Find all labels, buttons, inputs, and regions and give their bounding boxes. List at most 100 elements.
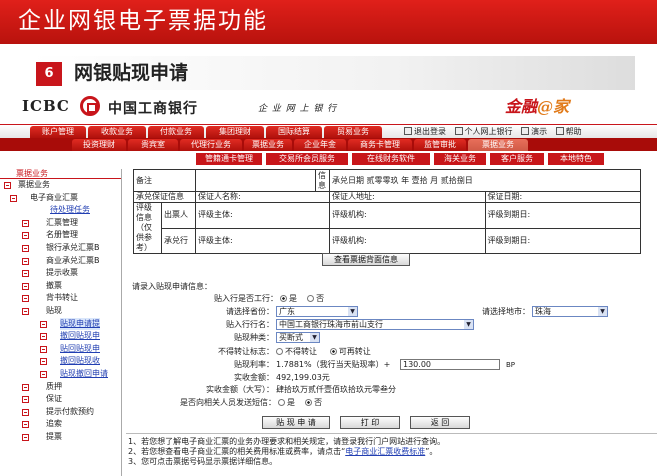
sidebar-header: 票据业务 [0,169,121,179]
logout-link[interactable]: 退出登录 [414,127,446,136]
expand-icon[interactable] [22,282,29,290]
sms-radio-group: 是 否 [278,397,322,408]
collapse-icon[interactable] [4,182,11,189]
sub-tab-service[interactable]: 客户服务 [490,153,544,165]
expand-icon[interactable] [22,219,29,227]
print-button[interactable]: 打 印 [340,416,400,429]
discount-apply-button[interactable]: 贴 现 申 请 [262,416,330,429]
sidebar-item[interactable]: 商业承兑汇票B [0,255,121,268]
sidebar-item[interactable]: 银行承兑汇票B [0,242,121,255]
nav-tab-pay[interactable]: 付款业务 [148,126,204,138]
expand-icon[interactable] [22,421,29,429]
sidebar-item[interactable]: 待处理任务 [0,204,121,217]
nav-tab-group[interactable]: 集团理财 [206,126,264,138]
sidebar-item[interactable]: 保证 [0,393,121,406]
doc-icon [40,320,47,328]
sub-tab-local[interactable]: 本地特色 [548,153,604,165]
sidebar-item[interactable]: 电子商业汇票 [0,192,121,205]
same-bank-yes-radio[interactable] [280,295,287,302]
guarantor-name: 保证人名称: [195,191,330,203]
expand-icon[interactable] [22,433,29,441]
nav-tab-invest[interactable]: 投资理财 [72,139,126,151]
bank-header: ICBC 中国工商银行 企 业 网 上 银 行 金融@家 [0,92,657,120]
icbc-logo-text: ICBC [22,97,70,115]
section-number: 6 [36,62,62,86]
sidebar-item[interactable]: 背书转让 [0,292,121,305]
top-nav: 账户管理 收款业务 付款业务 集团理财 国际结算 贸易业务 退出登录 个人网上银… [0,124,657,138]
sidebar-item[interactable]: 贴回贴现申 [0,343,121,356]
sidebar-item[interactable]: 提票 [0,431,121,444]
nav-tab-approve[interactable]: 监管审批 [414,139,466,151]
back-button[interactable]: 返 回 [410,416,470,429]
sidebar-item[interactable]: 汇票管理 [0,217,121,230]
sidebar-item[interactable]: 撤票 [0,280,121,293]
note-3: 3、您可点击票据号码显示票据详细信息。 [128,457,278,466]
demo-link[interactable]: 演示 [531,127,547,136]
nav-tab-account[interactable]: 账户管理 [30,126,86,138]
discount-kind-select[interactable]: 买断式 ▼ [276,332,320,343]
chevron-down-icon: ▼ [348,307,357,316]
note-2: 2、若您想查看电子商业汇票的相关费用标准或费率，请点击“电子商业汇票收费标准”。 [128,447,438,456]
same-bank-no-radio[interactable] [307,295,315,302]
expand-icon[interactable] [22,295,29,303]
sidebar-item[interactable]: 票据业务 [0,179,121,192]
icbc-logo-icon [80,96,100,116]
person-icon [454,127,463,135]
expand-icon[interactable] [22,244,29,252]
sidebar-item[interactable]: 名册管理 [0,229,121,242]
sub-tab-exchange[interactable]: 交易所会员服务 [266,153,348,165]
collapse-icon[interactable] [22,307,29,315]
expand-icon[interactable] [22,270,29,278]
sidebar-item[interactable]: 撤回贴现收 [0,355,121,368]
nav-tab-card[interactable]: 商务卡管理 [348,139,412,151]
nav-tab-vip[interactable]: 贵宾室 [128,139,178,151]
sub-tab-card-mgmt[interactable]: 管籍通卡管理 [196,153,262,165]
province-select[interactable]: 广东 ▼ [276,306,358,317]
expand-icon[interactable] [22,408,29,416]
nav-tab-pension[interactable]: 企业年金 [294,139,346,151]
expand-icon[interactable] [22,232,29,240]
sidebar-item[interactable]: 提示收票 [0,267,121,280]
sidebar-item[interactable]: 撤回贴现申 [0,330,121,343]
expand-icon[interactable] [22,257,29,265]
sub-nav: 管籍通卡管理 交易所会员服务 在线财务软件 海关业务 客户服务 本地特色 [0,151,657,165]
sidebar-item[interactable]: 提示付款预约 [0,406,121,419]
bill-info-table: 备注 信息 承兑日期 贰零零玖 年 壹拾 月 贰拾捌日 承兑保证信息 保证人名称… [133,169,641,254]
nav-tab-bill[interactable]: 票据业务 [244,139,292,151]
nav-tab-bill-active[interactable]: 票据业务 [468,139,528,151]
personal-banking-link[interactable]: 个人网上银行 [465,127,513,136]
sub-tab-customs[interactable]: 海关业务 [434,153,486,165]
nav-tab-intl[interactable]: 国际结算 [266,126,322,138]
nav-tab-agent[interactable]: 代理行业务 [180,139,242,151]
city-select[interactable]: 珠海 ▼ [532,306,608,317]
collapse-icon[interactable] [10,194,17,202]
help-icon [555,127,564,135]
sms-yes-radio[interactable] [278,399,285,406]
sub-tab-finance-sw[interactable]: 在线财务软件 [352,153,430,165]
rating-role: 承兑行 [161,227,196,254]
can-transfer-radio[interactable] [329,348,337,355]
nav-tab-trade[interactable]: 贸易业务 [324,126,382,138]
section-title: 网银贴现申请 [74,62,189,84]
no-transfer-radio[interactable] [276,348,283,355]
bank-select[interactable]: 中国工商银行珠海市前山支行 ▼ [276,319,474,330]
info-label: 信息 [315,169,330,192]
sidebar-item[interactable]: 贴现 [0,305,121,318]
remark-label: 备注 [133,169,196,192]
expand-icon[interactable] [22,396,29,404]
help-link[interactable]: 帮助 [566,127,582,136]
view-back-info-button[interactable]: 查看票据背面信息 [322,253,410,266]
sidebar: 票据业务 票据业务 电子商业汇票 待处理任务 汇票管理 名册管理 银行承兑汇票B… [0,169,122,476]
sms-no-radio[interactable] [305,399,313,406]
sidebar-item[interactable]: 贴现撤回申请 [0,368,121,381]
brand-b: @家 [537,97,570,116]
sidebar-item-discount-apply[interactable]: 贴现申请提 [0,317,121,331]
chevron-down-icon: ▼ [464,320,473,329]
fee-standard-link[interactable]: 电子商业汇票收费标准 [345,447,425,456]
expand-icon[interactable] [22,383,29,391]
rate-bp-input[interactable]: 130.00 [400,359,500,370]
sidebar-item[interactable]: 追索 [0,418,121,431]
nav-tab-receive[interactable]: 收款业务 [88,126,146,138]
bank-subtitle: 企 业 网 上 银 行 [258,104,338,114]
sidebar-item[interactable]: 质押 [0,381,121,394]
